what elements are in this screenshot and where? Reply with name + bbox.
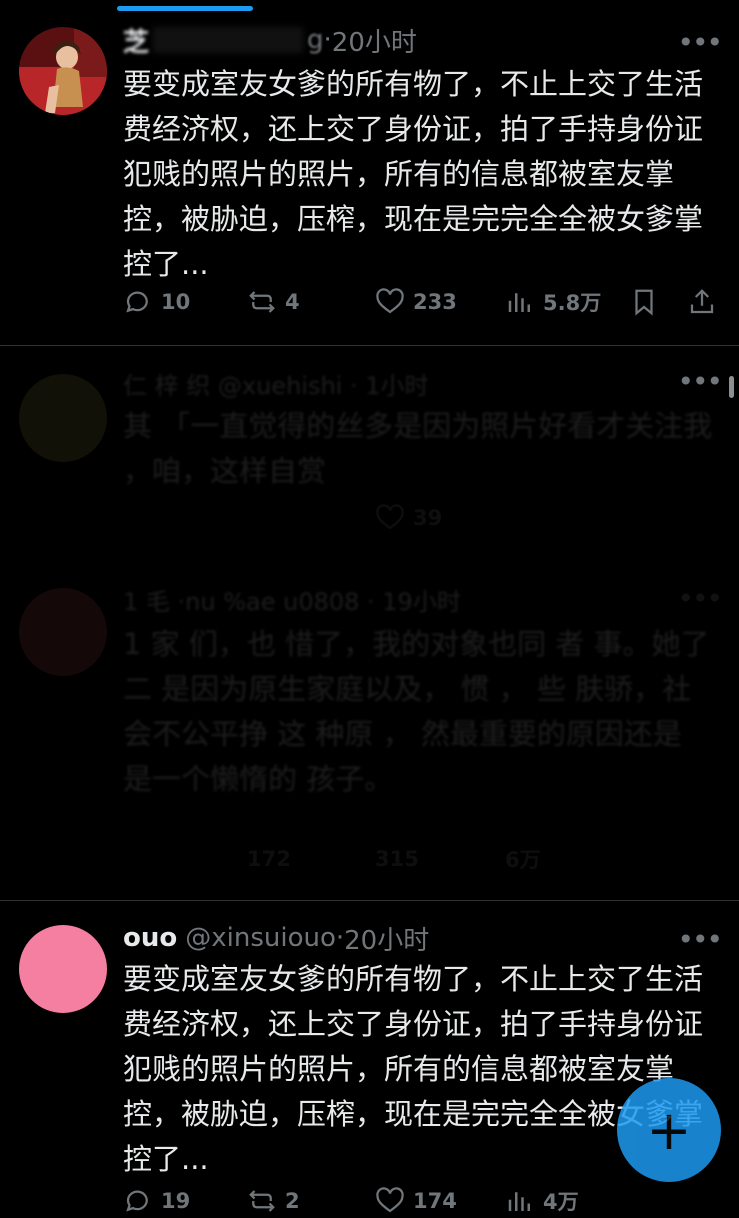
avatar[interactable]: [19, 588, 107, 676]
views-button[interactable]: 4万: [505, 1184, 579, 1218]
heart-icon: [376, 288, 404, 314]
views-count: 4万: [543, 1190, 579, 1214]
tweet-text: 要变成室友女爹的所有物了，不止上交了生活费经济权，还上交了身份证，拍了手持身份证…: [123, 67, 704, 281]
more-options-icon[interactable]: •••: [677, 26, 723, 59]
more-options-icon[interactable]: •••: [677, 582, 723, 615]
avatar-photo-icon: [19, 27, 107, 115]
separator-dot: ·: [335, 923, 345, 953]
bookmark-button[interactable]: [629, 285, 659, 319]
divider: [0, 900, 739, 901]
more-options-icon[interactable]: •••: [677, 365, 723, 398]
scrollbar[interactable]: [729, 376, 734, 398]
tweet-actions: 172 315 6万: [123, 842, 719, 876]
views-icon: [508, 293, 530, 312]
views-button[interactable]: 6万: [505, 842, 541, 876]
author-handle[interactable]: g: [307, 25, 324, 55]
avatar[interactable]: [19, 27, 107, 115]
reply-button[interactable]: 172: [247, 842, 291, 876]
tweet-header: 1 毛 ·nu %ae u0808 · 19小时: [123, 587, 461, 616]
tweet-header: 芝 g · 20小时: [123, 22, 417, 59]
repost-icon: [249, 1190, 275, 1212]
reply-button[interactable]: 10: [123, 285, 190, 319]
repost-button[interactable]: 2: [247, 1184, 300, 1218]
scroll-indicator: [117, 6, 253, 11]
like-button[interactable]: 174: [375, 1184, 457, 1218]
plus-icon: +: [646, 1098, 692, 1162]
tweet-2[interactable]: 仁 梓 织 @xuehishi · 1小时 其 「一直觉得的丝多是因为照片好看才…: [0, 346, 739, 556]
like-button[interactable]: 39: [375, 501, 442, 535]
avatar[interactable]: [19, 374, 107, 462]
tweet-text: 其 「一直觉得的丝多是因为照片好看才关注我 ，咱，这样自赏: [123, 409, 713, 488]
author-name[interactable]: ouo: [123, 923, 177, 953]
heart-icon: [376, 504, 404, 530]
reply-count: 10: [161, 290, 191, 314]
like-button[interactable]: 315: [375, 842, 419, 876]
avatar[interactable]: [19, 925, 107, 1013]
reply-count: 172: [247, 847, 291, 871]
repost-button[interactable]: 4: [247, 285, 300, 319]
author-handle[interactable]: @xinsuiouo: [185, 923, 336, 953]
reply-icon: [126, 1190, 148, 1212]
tweet-actions: 19 2 174 4万: [123, 1184, 719, 1218]
repost-count: 4: [285, 290, 300, 314]
tweet-text: 1 家 们，也 惜了，我的对象也同 者 事。她了 二 是因为原生家庭以及， 惯 …: [123, 627, 710, 796]
redacted-handle: [153, 27, 304, 53]
repost-icon: [249, 291, 275, 313]
repost-count: 2: [285, 1189, 300, 1213]
separator-dot: ·: [323, 25, 332, 55]
more-options-icon[interactable]: •••: [677, 923, 723, 956]
author-name[interactable]: 芝: [123, 22, 149, 59]
views-count: 6万: [505, 848, 541, 872]
like-button[interactable]: 233: [375, 285, 457, 319]
share-button[interactable]: [687, 285, 717, 319]
like-count: 174: [413, 1189, 457, 1213]
timestamp[interactable]: 20小时: [332, 22, 417, 59]
views-button[interactable]: 5.8万: [505, 285, 601, 319]
tweet-header: 仁 梓 织 @xuehishi · 1小时: [123, 371, 429, 400]
reply-count: 19: [161, 1189, 191, 1213]
like-count: 233: [413, 290, 457, 314]
bookmark-icon: [635, 289, 653, 316]
like-count: 39: [413, 506, 443, 530]
share-icon: [690, 289, 714, 314]
tweet-3[interactable]: 1 毛 ·nu %ae u0808 · 19小时 1 家 们，也 惜了，我的对象…: [0, 560, 739, 890]
heart-icon: [376, 1187, 404, 1213]
tweet-header: ouo @xinsuiouo · 20小时: [123, 920, 429, 957]
views-count: 5.8万: [543, 291, 602, 315]
views-icon: [508, 1192, 530, 1211]
tweet-actions: 39: [123, 501, 719, 535]
reply-button[interactable]: 19: [123, 1184, 190, 1218]
tweet-actions: 10 4 233 5.8万: [123, 285, 719, 319]
compose-button[interactable]: +: [617, 1078, 721, 1182]
like-count: 315: [375, 847, 419, 871]
reply-icon: [126, 291, 148, 313]
timestamp[interactable]: 20小时: [344, 920, 429, 957]
